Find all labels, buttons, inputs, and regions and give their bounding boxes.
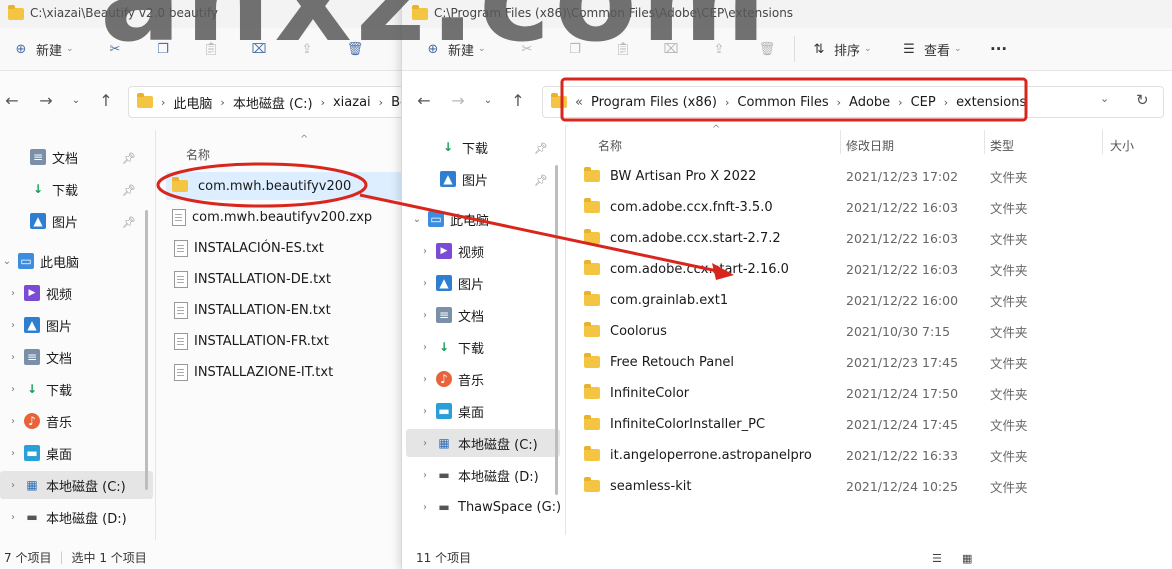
drag-arrow-line: [359, 193, 723, 274]
annotation-overlay: [156, 77, 1028, 280]
drag-arrowhead: [712, 263, 734, 280]
highlight-ellipse: [156, 162, 368, 208]
address-highlight-box: [560, 77, 1028, 122]
